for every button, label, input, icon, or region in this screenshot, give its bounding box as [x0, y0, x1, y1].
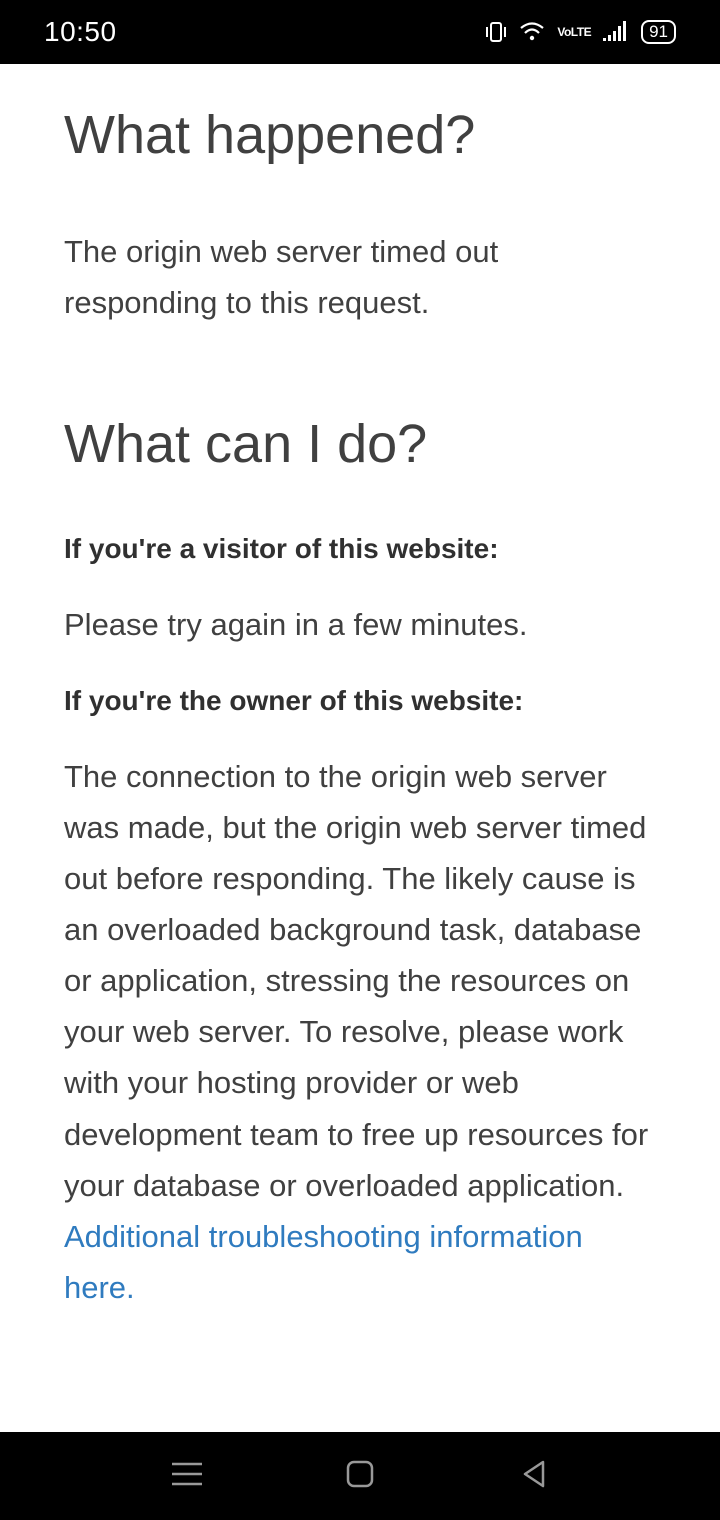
hamburger-icon: [170, 1461, 204, 1492]
status-bar: 10:50 Vo LTE: [0, 0, 720, 64]
back-triangle-icon: [519, 1458, 547, 1495]
vibrate-icon: [485, 20, 507, 44]
heading-what-can-i-do: What can I do?: [64, 413, 656, 475]
troubleshooting-link[interactable]: Additional troubleshooting information h…: [64, 1219, 583, 1305]
status-icons: Vo LTE 91: [485, 20, 676, 44]
volte-line1: Vo: [557, 27, 570, 37]
subheading-owner: If you're the owner of this website:: [64, 685, 656, 717]
status-time: 10:50: [44, 16, 117, 48]
battery-icon: 91: [641, 20, 676, 44]
paragraph-owner: The connection to the origin web server …: [64, 751, 656, 1314]
square-icon: [345, 1459, 375, 1494]
back-button[interactable]: [503, 1446, 563, 1506]
paragraph-visitor: Please try again in a few minutes.: [64, 599, 656, 650]
signal-icon: [603, 21, 629, 43]
subheading-visitor: If you're a visitor of this website:: [64, 533, 656, 565]
navigation-bar: [0, 1432, 720, 1520]
wifi-icon: [519, 22, 545, 42]
paragraph-what-happened: The origin web server timed out respondi…: [64, 226, 656, 328]
volte-line2: LTE: [571, 27, 591, 37]
recent-apps-button[interactable]: [157, 1446, 217, 1506]
volte-icon: Vo LTE: [557, 27, 591, 37]
paragraph-owner-text: The connection to the origin web server …: [64, 759, 648, 1203]
heading-what-happened: What happened?: [64, 104, 656, 166]
page-content: What happened? The origin web server tim…: [0, 64, 720, 1432]
home-button[interactable]: [330, 1446, 390, 1506]
